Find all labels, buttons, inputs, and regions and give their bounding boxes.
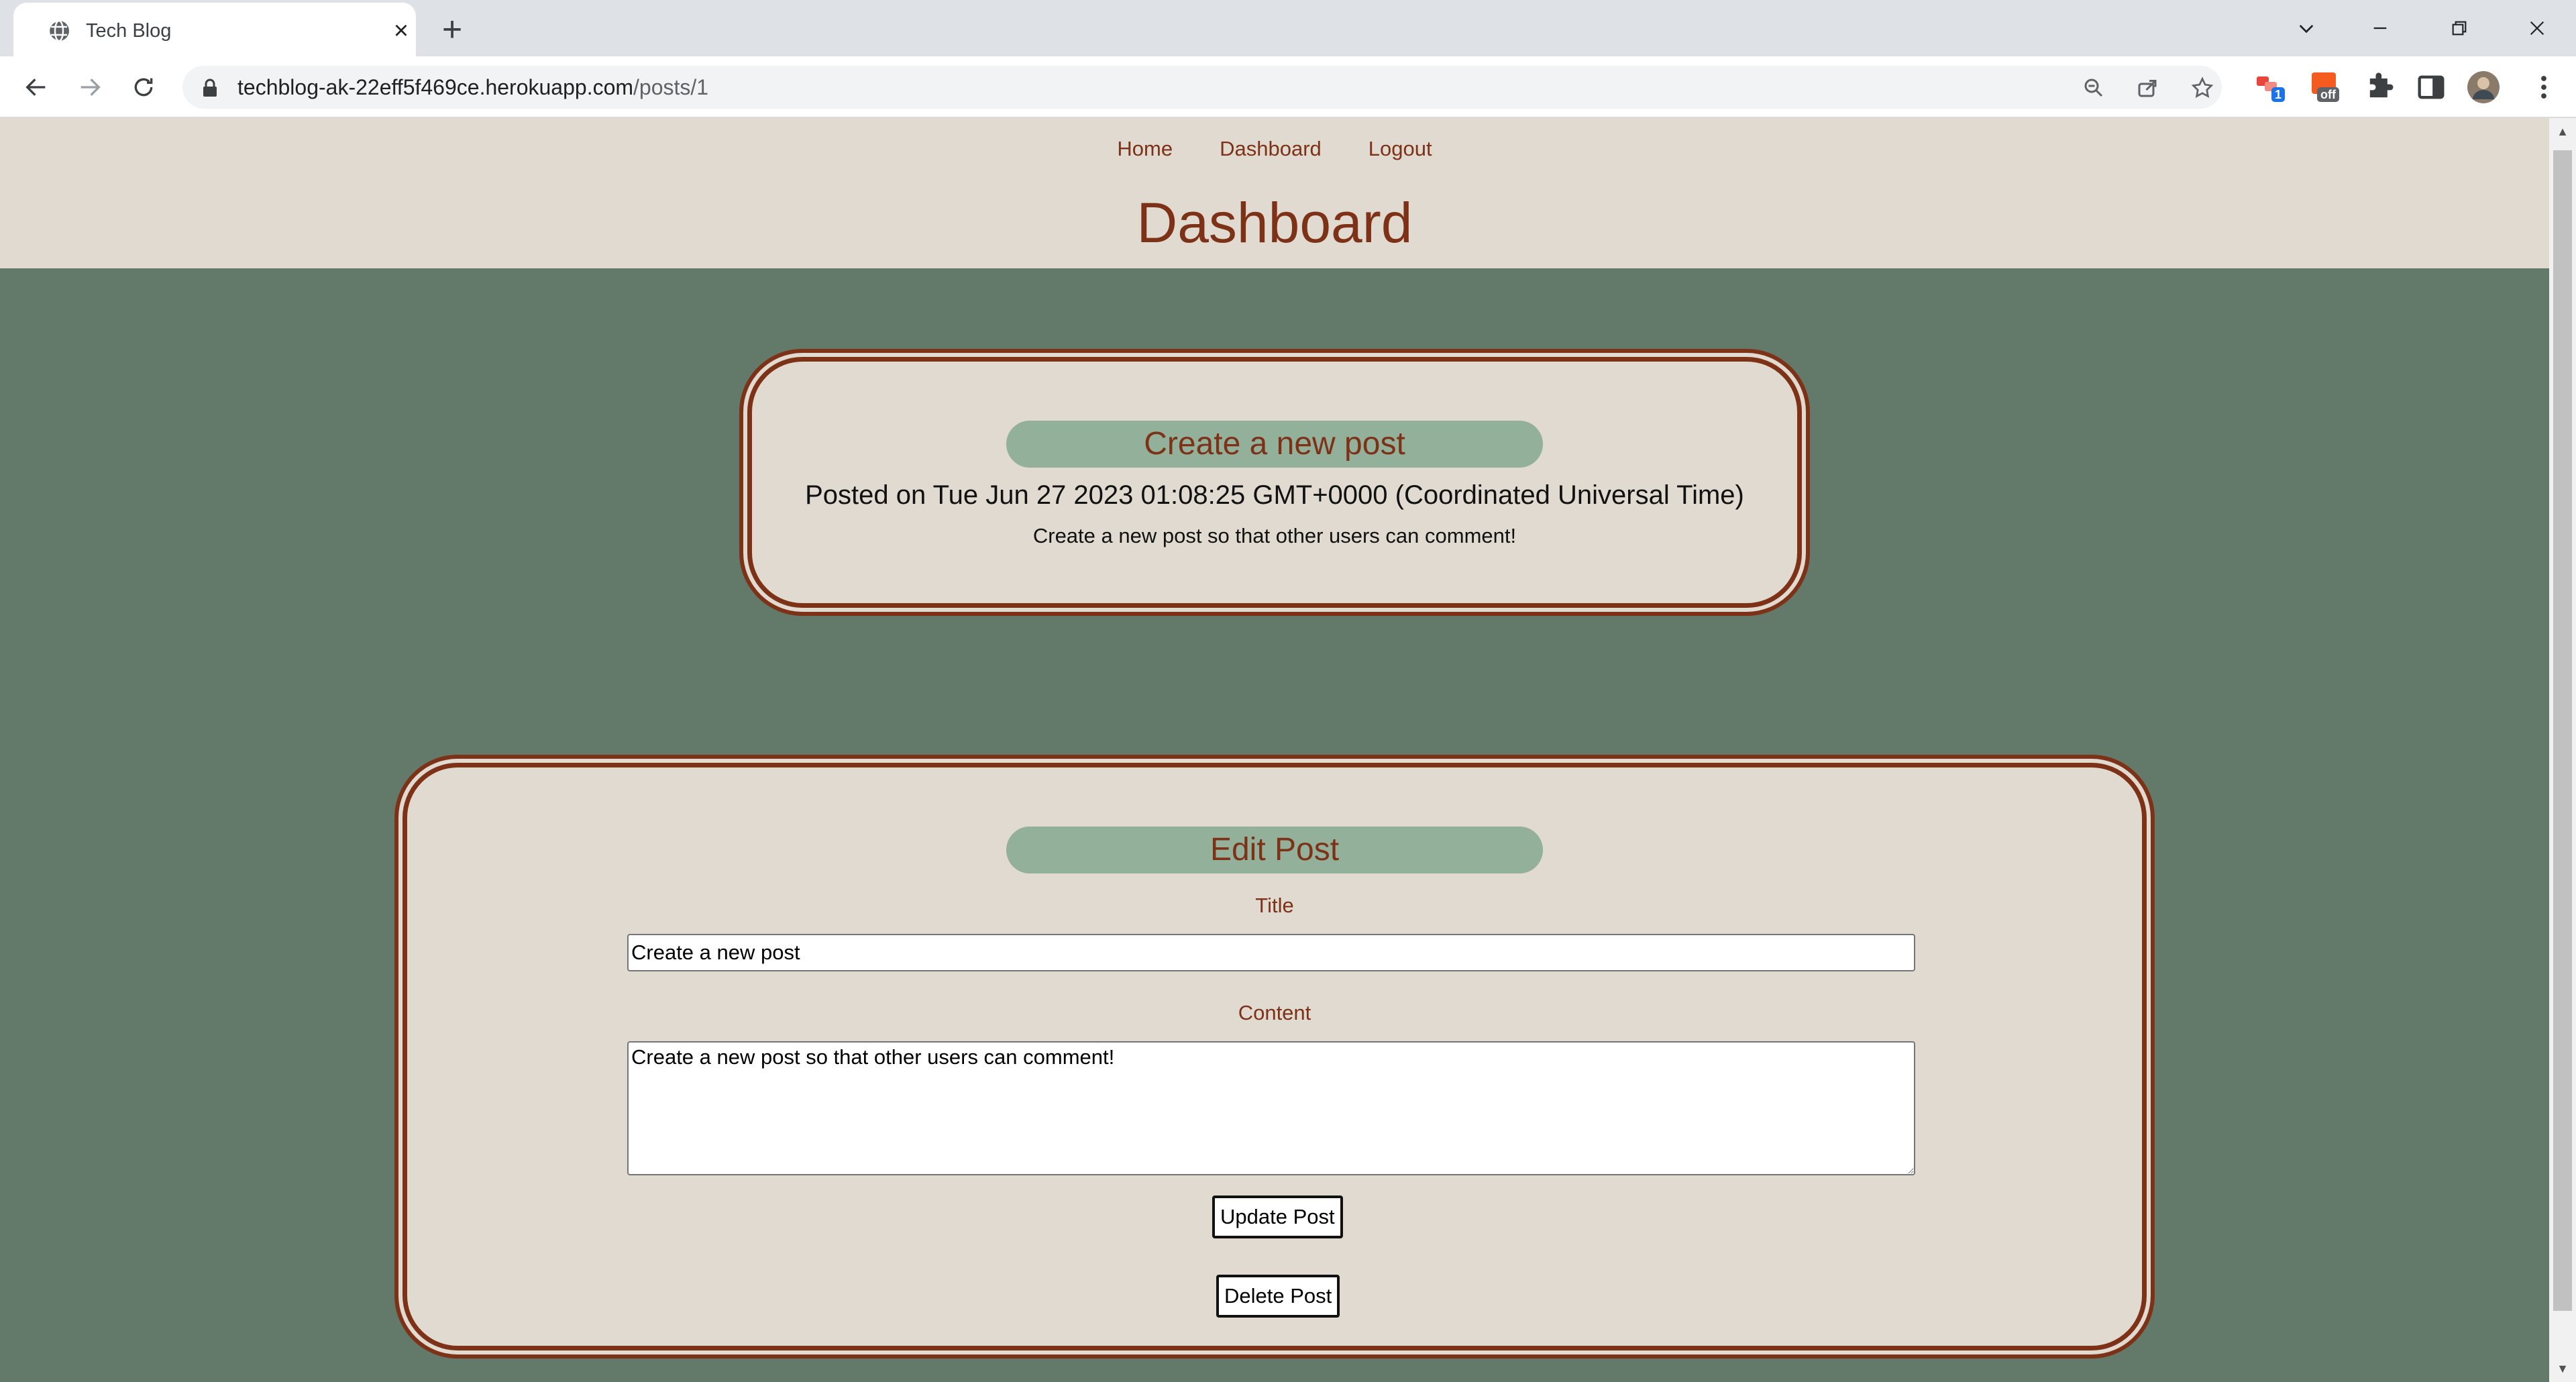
nav-home-link[interactable]: Home xyxy=(1117,134,1173,164)
profile-avatar[interactable] xyxy=(2466,70,2501,105)
scroll-up-arrow-icon[interactable]: ▲ xyxy=(2549,118,2576,145)
browser-toolbar: techblog-ak-22eff5f469ce.herokuapp.com/p… xyxy=(0,56,2576,118)
browser-menu-icon[interactable] xyxy=(2526,70,2561,105)
title-label: Title xyxy=(1255,894,1294,917)
tab-search-chevron-icon[interactable] xyxy=(2285,7,2328,50)
page-scrollbar[interactable]: ▲ ▼ xyxy=(2549,118,2576,1382)
extension-badge-count: 1 xyxy=(2271,87,2286,102)
extension-toggle-icon[interactable]: off xyxy=(2310,70,2345,105)
url-host: techblog-ak-22eff5f469ce.herokuapp.com xyxy=(237,75,634,99)
zoom-icon[interactable] xyxy=(2080,74,2108,102)
site-header: Home Dashboard Logout Dashboard xyxy=(0,118,2549,268)
post-date: Posted on Tue Jun 27 2023 01:08:25 GMT+0… xyxy=(805,480,1744,510)
forward-arrow-icon[interactable] xyxy=(70,67,110,107)
post-card: Create a new post Posted on Tue Jun 27 2… xyxy=(747,357,1802,608)
globe-icon xyxy=(47,19,71,43)
browser-tab[interactable]: Tech Blog × xyxy=(13,3,416,56)
scroll-down-arrow-icon[interactable]: ▼ xyxy=(2549,1355,2576,1382)
update-post-button[interactable]: Update Post xyxy=(1212,1195,1343,1238)
address-bar[interactable]: techblog-ak-22eff5f469ce.herokuapp.com/p… xyxy=(182,66,2222,109)
page-title: Dashboard xyxy=(1136,191,1413,254)
page-viewport: Home Dashboard Logout Dashboard Create a… xyxy=(0,118,2576,1382)
url-path: /posts/1 xyxy=(633,75,709,99)
post-content: Create a new post so that other users ca… xyxy=(1032,524,1517,547)
title-input[interactable] xyxy=(627,934,1915,971)
edit-post-form: Edit Post Title Content Create a new pos… xyxy=(402,763,2147,1350)
site-nav: Home Dashboard Logout xyxy=(0,134,2549,164)
minimize-icon[interactable] xyxy=(2359,7,2402,50)
close-window-icon[interactable] xyxy=(2516,7,2559,50)
lock-icon[interactable] xyxy=(201,78,219,98)
url-text: techblog-ak-22eff5f469ce.herokuapp.com/p… xyxy=(237,75,708,99)
tab-title: Tech Blog xyxy=(86,20,172,42)
side-panel-icon[interactable] xyxy=(2414,70,2449,105)
new-tab-icon[interactable]: + xyxy=(436,12,468,47)
puzzle-extensions-icon[interactable] xyxy=(2363,70,2398,105)
extension-badge-off: off xyxy=(2317,87,2339,102)
content-label: Content xyxy=(1238,1001,1311,1024)
edit-post-heading: Edit Post xyxy=(1006,827,1543,873)
tab-strip: Tech Blog × + xyxy=(0,0,2576,56)
content-textarea[interactable]: Create a new post so that other users ca… xyxy=(627,1041,1915,1175)
scrollbar-thumb[interactable] xyxy=(2553,150,2572,1311)
reload-icon[interactable] xyxy=(123,67,164,107)
nav-logout-link[interactable]: Logout xyxy=(1368,134,1432,164)
nav-dashboard-link[interactable]: Dashboard xyxy=(1220,134,1322,164)
post-title: Create a new post xyxy=(1006,421,1543,468)
share-icon[interactable] xyxy=(2133,74,2161,102)
delete-post-button[interactable]: Delete Post xyxy=(1216,1275,1340,1318)
back-arrow-icon[interactable] xyxy=(16,67,56,107)
restore-icon[interactable] xyxy=(2438,7,2481,50)
close-tab-icon[interactable]: × xyxy=(388,17,415,44)
bookmark-star-icon[interactable] xyxy=(2188,74,2216,102)
extension-react-icon[interactable]: 1 xyxy=(2254,70,2289,105)
